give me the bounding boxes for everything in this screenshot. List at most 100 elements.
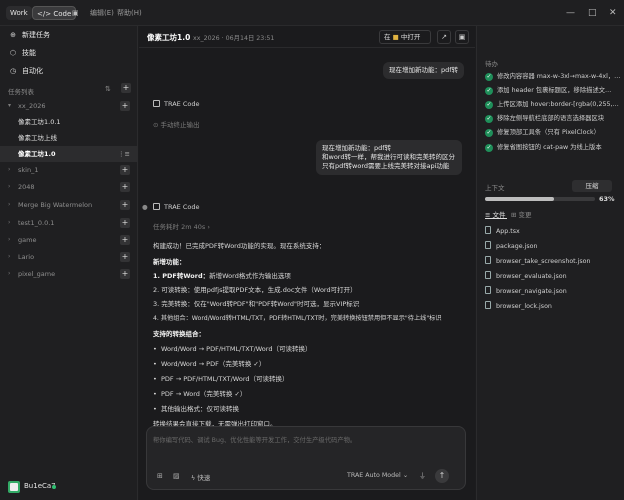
menu-help[interactable]: 帮助(H) [113, 6, 146, 20]
file-item[interactable]: browser_take_screenshot.json [485, 255, 621, 269]
app-window: { "topbar": { "work_tab": "Work", "code_… [0, 0, 624, 500]
todo-item: ✓ 上传区添加 hover:border-[rgba(0,255,… [485, 101, 619, 109]
check-circle-icon: ✓ [485, 73, 493, 81]
image-icon[interactable]: ▨ [173, 472, 180, 480]
add-task-icon[interactable]: + [120, 269, 130, 279]
maximize-button[interactable]: □ [588, 7, 597, 19]
agent-label: TRAE Code [153, 100, 199, 108]
split-panel-icon[interactable]: ▣ [455, 30, 469, 44]
code-icon: </> [37, 10, 52, 18]
user-name[interactable]: Bu1eCa7 [24, 482, 56, 490]
file-icon [485, 286, 491, 294]
add-task-icon[interactable]: + [120, 165, 130, 175]
right-panel: 待办 ✓ 修改内容容器 max-w-3xl→max-w-4xl，… ✓ 添加 hea… [476, 26, 624, 500]
todo-item: ✓ 修改内容容器 max-w-3xl→max-w-4xl，… [485, 73, 621, 81]
add-task-icon[interactable]: + [120, 218, 130, 228]
context-label: 上下文 [485, 184, 505, 192]
file-item[interactable]: browser_lock.json [485, 300, 621, 314]
file-item[interactable]: package.json [485, 240, 621, 254]
file-icon [485, 241, 491, 249]
chat-header: 像素工坊1.0 xx_2026 · 06月14日 23:51 在 ■ 中打开 ↗… [139, 26, 475, 48]
more-icon[interactable]: ⋮≡ [118, 146, 130, 162]
project-row[interactable]: › test1_0.0.1 + [0, 215, 138, 231]
work-tab[interactable]: Work [6, 6, 32, 20]
todo-item: ✓ 添加 header 包裹标题区，移除描述文… [485, 87, 612, 95]
project-row[interactable]: › Lario + [0, 249, 138, 265]
diff-icon: ⊞ [511, 211, 517, 219]
automation-button[interactable]: ◷ 自动化 [8, 64, 43, 78]
compress-button[interactable]: 压缩 [572, 180, 612, 192]
add-task-icon[interactable]: + [120, 182, 130, 192]
chevron-right-icon: › [8, 201, 11, 208]
context-percent: 63% [599, 195, 615, 203]
task-item[interactable]: 像素工坊1.0.1 [0, 114, 138, 130]
title-bar: Work </> Code ▣ 编辑(E) 帮助(H) — □ ✕ [0, 0, 624, 26]
combo-item: • PDF → Word（完美转换 ✓） [153, 390, 247, 398]
task-item[interactable]: 像素工坊上线 [0, 130, 138, 146]
feature-item: 1. PDF转Word：新增Word格式作为输出选项 [153, 272, 291, 280]
trae-logo-icon [153, 203, 160, 210]
combo-item: • Word/Word → PDF（完美转换 ✓） [153, 360, 266, 368]
tab-changes[interactable]: ⊞ 变更 [511, 209, 532, 219]
send-button[interactable]: ↑ [435, 469, 449, 483]
open-in-button[interactable]: 在 ■ 中打开 [379, 30, 431, 44]
user-message: 现在增加新功能：pdf转 和word转一样，帮我进行可读和完美转的区分 只有pd… [316, 140, 462, 175]
chevron-right-icon: › [8, 270, 11, 277]
section-heading: 新增功能： [153, 258, 186, 266]
new-task-button[interactable]: ⊕ 新建任务 [8, 28, 50, 42]
online-status-icon [52, 485, 56, 489]
add-project-icon[interactable]: + [121, 83, 131, 93]
add-task-icon[interactable]: + [120, 101, 130, 111]
chat-panel: 像素工坊1.0 xx_2026 · 06月14日 23:51 在 ■ 中打开 ↗… [139, 26, 475, 500]
file-icon [485, 256, 491, 264]
microphone-icon[interactable]: ⏚ [419, 471, 426, 481]
chevron-down-icon: ▾ [8, 102, 12, 109]
chevron-right-icon: › [8, 253, 11, 260]
close-button[interactable]: ✕ [609, 7, 617, 19]
section-heading: 支持的转换组合： [153, 330, 205, 338]
attach-icon[interactable]: ⊞ [157, 472, 163, 480]
combo-item: • 其他输出格式：仅可读转换 [153, 405, 239, 413]
response-intro: 构建成功！已完成PDF转Word功能的实现。现在系统支持： [153, 242, 326, 250]
chat-icon: ⊕ [10, 31, 16, 39]
check-circle-icon: ✓ [485, 87, 493, 95]
model-select[interactable]: TRAE Auto Model ⌄ [347, 472, 408, 479]
chevron-right-icon: › [8, 236, 11, 243]
add-task-icon[interactable]: + [120, 235, 130, 245]
chevron-down-icon: ⌄ [402, 472, 409, 479]
todo-item: ✓ 移除左侧导航栏底部的语言选择器区块 [485, 115, 605, 123]
task-item-active[interactable]: 像素工坊1.0 ⋮≡ [0, 146, 138, 162]
file-item[interactable]: App.tsx [485, 225, 621, 239]
task-time[interactable]: 任务耗时 2m 40s › [153, 221, 210, 231]
sort-icon[interactable]: ⇅ [105, 85, 111, 93]
task-list-label: 任务列表 [8, 88, 34, 96]
timeline-dot-icon: ● [142, 203, 148, 211]
clock-icon: ◷ [9, 67, 17, 75]
cube-icon: ⬡ [9, 49, 17, 57]
chevron-right-icon: › [8, 219, 11, 226]
file-item[interactable]: browser_navigate.json [485, 285, 621, 299]
skills-button[interactable]: ⬡ 技能 [8, 46, 36, 60]
project-row[interactable]: › game + [0, 232, 138, 248]
project-row[interactable]: › skin_1 + [0, 162, 138, 178]
feature-item: 2. 可读转换：使用pdfjs提取PDF文本，生成.doc文件（Word可打开） [153, 286, 357, 294]
chevron-right-icon: › [8, 166, 11, 173]
feature-item: 4. 其他组合：Word/Word转HTML/TXT，PDF转HTML/TXT时… [153, 315, 442, 322]
project-row[interactable]: › pixel_game + [0, 266, 138, 282]
add-task-icon[interactable]: + [120, 252, 130, 262]
external-link-icon[interactable]: ↗ [437, 30, 451, 44]
file-item[interactable]: browser_evaluate.json [485, 270, 621, 284]
context-progress-track [485, 197, 595, 201]
avatar[interactable] [8, 481, 20, 493]
chevron-right-icon: › [207, 223, 210, 231]
project-row[interactable]: › Merge Big Watermelon + [0, 197, 138, 213]
check-circle-icon: ✓ [485, 144, 493, 152]
project-row[interactable]: › 2048 + [0, 179, 138, 195]
add-task-icon[interactable]: + [120, 200, 130, 210]
minimize-button[interactable]: — [566, 7, 575, 19]
panel-layout-icon[interactable]: ▣ [68, 6, 83, 20]
speed-toggle[interactable]: ϟ 快速 [191, 472, 210, 482]
message-input[interactable]: 帮你编写代码、调试 Bug、优化性能等开发工作，交付生产级代码产物。 [153, 435, 453, 444]
combo-item: • Word/Word → PDF/HTML/TXT/Word（可读转换） [153, 345, 312, 353]
project-row[interactable]: ▾ xx_2026 + [0, 98, 138, 114]
